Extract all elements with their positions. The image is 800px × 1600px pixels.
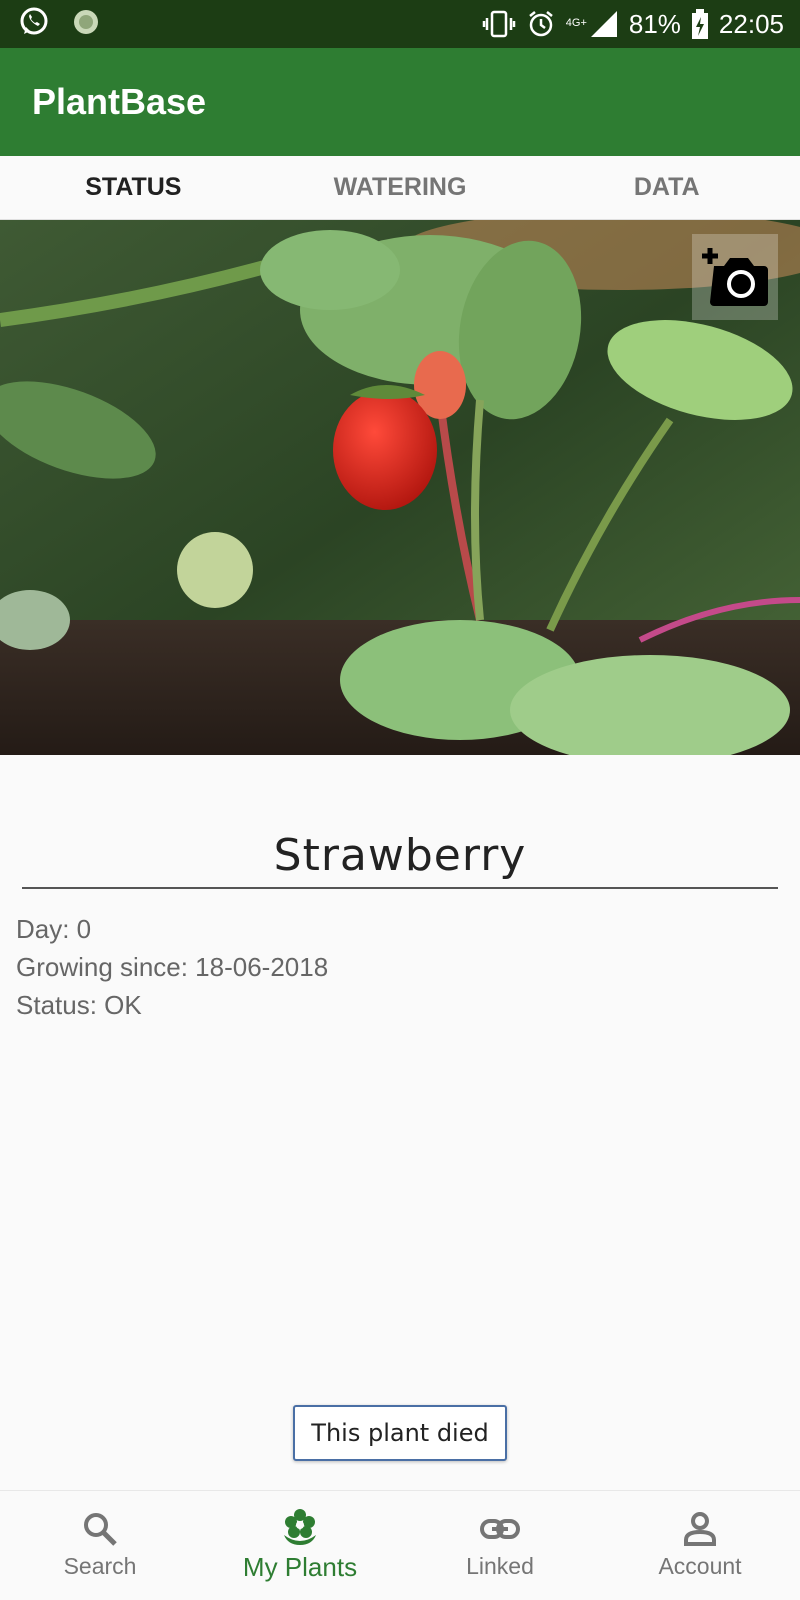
status-bar: 4G+ 81% 22:05 <box>0 0 800 48</box>
network-label: 4G+ <box>565 16 587 29</box>
nav-linked-label: Linked <box>466 1553 534 1579</box>
tab-watering[interactable]: WATERING <box>267 156 534 219</box>
nav-my-plants-label: My Plants <box>242 1552 358 1582</box>
battery-percent: 81% <box>628 8 681 39</box>
nav-linked[interactable]: Linked <box>400 1491 600 1600</box>
link-icon <box>480 1511 520 1547</box>
signal-icon <box>589 9 619 39</box>
flower-icon <box>281 1508 319 1546</box>
account-icon <box>682 1511 718 1547</box>
add-photo-button[interactable] <box>692 234 778 320</box>
nav-account[interactable]: Account <box>600 1491 800 1600</box>
plant-photo <box>0 220 800 755</box>
battery-charging-icon <box>691 9 709 39</box>
day-count: Day: 0 <box>16 914 92 944</box>
plant-name-field[interactable]: Strawberry <box>22 830 778 889</box>
vibrate-icon <box>482 10 516 38</box>
tab-status[interactable]: STATUS <box>0 156 267 219</box>
notification-icon <box>72 8 100 41</box>
search-icon <box>82 1511 118 1547</box>
plant-died-button[interactable]: This plant died <box>293 1405 507 1461</box>
tab-data[interactable]: DATA <box>533 156 800 219</box>
alarm-icon <box>526 9 556 39</box>
nav-search[interactable]: Search <box>0 1491 200 1600</box>
plant-info: Day: 0 Growing since: 18-06-2018 Status:… <box>16 910 328 1024</box>
tab-bar: STATUS WATERING DATA <box>0 156 800 220</box>
nav-account-label: Account <box>658 1553 742 1579</box>
plant-name: Strawberry <box>273 830 527 881</box>
whatsapp-icon <box>18 6 50 43</box>
bottom-nav: Search My Plants Linked Account <box>0 1490 800 1600</box>
app-bar: PlantBase <box>0 48 800 156</box>
nav-my-plants[interactable]: My Plants <box>200 1491 400 1600</box>
nav-search-label: Search <box>63 1553 137 1579</box>
add-photo-icon <box>700 246 770 308</box>
app-title: PlantBase <box>32 81 207 122</box>
plant-status: Status: OK <box>16 990 142 1020</box>
clock: 22:05 <box>718 8 784 39</box>
growing-since: Growing since: 18-06-2018 <box>16 952 329 982</box>
